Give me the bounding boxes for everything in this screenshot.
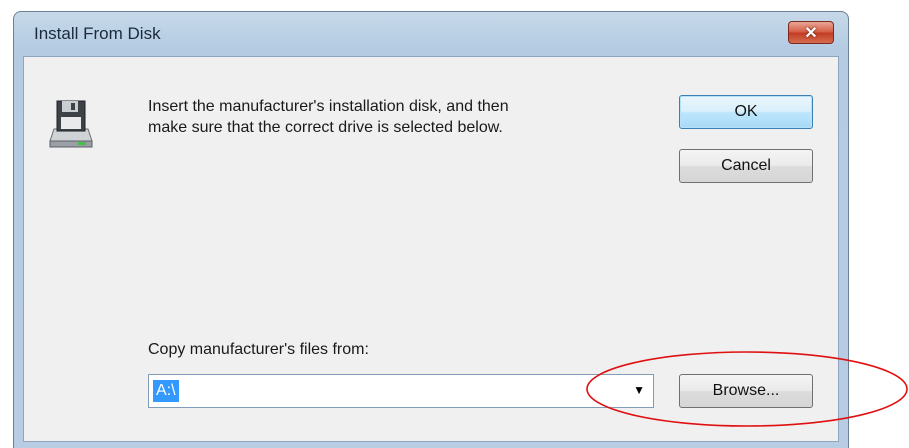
ok-button[interactable]: OK [679, 95, 813, 129]
dialog-title: Install From Disk [34, 24, 161, 43]
copy-from-value[interactable]: A:\ [153, 380, 179, 402]
close-button[interactable]: ✕ [788, 21, 834, 44]
copy-from-label: Copy manufacturer's files from: [148, 341, 369, 358]
instruction-line-2: make sure that the correct drive is sele… [148, 119, 503, 136]
close-icon: ✕ [804, 24, 818, 42]
instruction-text: Insert the manufacturer's installation d… [148, 96, 509, 138]
red-highlight-ellipse [586, 351, 908, 427]
cancel-button[interactable]: Cancel [679, 149, 813, 183]
floppy-disk-icon [49, 100, 93, 148]
copy-from-combobox[interactable]: A:\ ▼ [148, 374, 654, 408]
instruction-line-1: Insert the manufacturer's installation d… [148, 98, 509, 115]
